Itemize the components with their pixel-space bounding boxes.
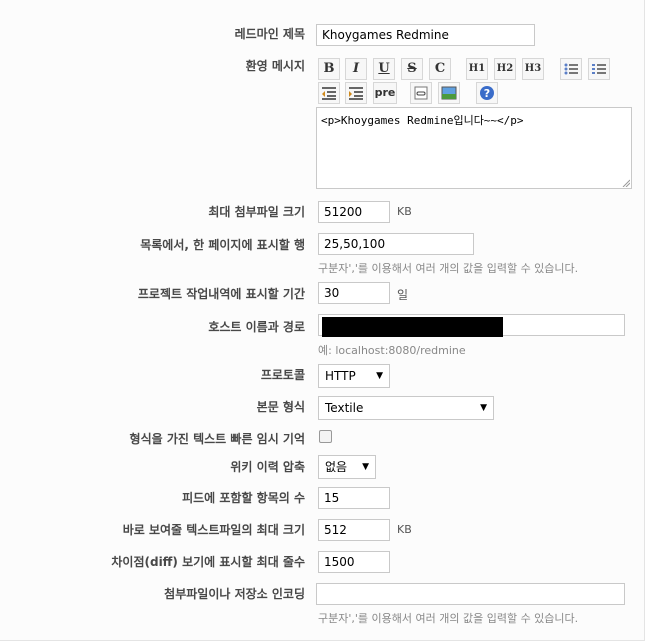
- code-button[interactable]: C: [429, 58, 451, 80]
- wiki-compression-value: 없음: [325, 460, 348, 474]
- repositories-encodings-label: 첨부파일이나 저장소 인코딩: [164, 587, 305, 601]
- chevron-down-icon: ▼: [376, 371, 383, 381]
- bold-button[interactable]: B: [318, 58, 340, 80]
- protocol-select[interactable]: HTTP ▼: [318, 364, 390, 388]
- settings-panel: 레드마인 제목 Khoygames Redmine 환영 메시지 B I U S…: [0, 0, 645, 641]
- chevron-down-icon: ▼: [362, 462, 369, 472]
- unordered-list-button[interactable]: [560, 58, 582, 80]
- resize-handle-icon[interactable]: [622, 179, 630, 187]
- host-name-label: 호스트 이름과 경로: [208, 320, 305, 334]
- activity-days-input[interactable]: 30: [318, 282, 390, 304]
- redacted-host-value: [322, 317, 503, 337]
- repositories-encodings-input[interactable]: [316, 583, 625, 605]
- protocol-label: 프로토콜: [260, 368, 305, 382]
- file-max-size-input[interactable]: 512: [318, 519, 390, 541]
- feeds-limit-label: 피드에 포함할 항목의 수: [182, 491, 305, 505]
- chevron-down-icon: ▼: [480, 403, 487, 413]
- wiki-compression-label: 위키 이력 압축: [230, 460, 305, 474]
- link-button[interactable]: [410, 82, 432, 104]
- svg-text:?: ?: [484, 87, 490, 100]
- preformatted-button[interactable]: pre: [373, 82, 397, 104]
- feeds-limit-input[interactable]: 15: [318, 487, 390, 509]
- attachment-max-size-unit: KB: [397, 205, 412, 218]
- image-button[interactable]: [438, 82, 460, 104]
- heading2-button[interactable]: H2: [494, 58, 516, 80]
- protocol-value: HTTP: [325, 369, 356, 383]
- app-title-input[interactable]: Khoygames Redmine: [316, 24, 535, 46]
- heading3-button[interactable]: H3: [522, 58, 544, 80]
- per-page-options-hint: 구분자','를 이용해서 여러 개의 값을 입력할 수 있습니다.: [318, 262, 579, 275]
- ordered-list-icon: [592, 64, 606, 74]
- file-max-size-unit: KB: [397, 523, 412, 536]
- underline-button[interactable]: U: [373, 58, 395, 80]
- text-formatting-value: Textile: [325, 401, 364, 415]
- help-button[interactable]: ?: [476, 82, 498, 104]
- indent-button[interactable]: [345, 82, 367, 104]
- activity-days-label: 프로젝트 작업내역에 표시할 기간: [137, 287, 305, 301]
- diff-max-lines-input[interactable]: 1500: [318, 551, 390, 573]
- image-icon: [441, 86, 457, 100]
- link-icon: [414, 86, 428, 100]
- attachment-max-size-label: 최대 첨부파일 크기: [208, 205, 305, 219]
- cache-formatted-text-label: 형식을 가진 텍스트 빠른 임시 기억: [129, 432, 305, 446]
- strikethrough-button[interactable]: S: [401, 58, 423, 80]
- outdent-icon: [322, 87, 336, 100]
- app-title-label: 레드마인 제목: [234, 27, 305, 41]
- text-formatting-label: 본문 형식: [256, 400, 305, 414]
- indent-icon: [349, 87, 363, 100]
- host-name-hint: 예: localhost:8080/redmine: [318, 344, 466, 357]
- unordered-list-icon: [564, 63, 578, 75]
- help-icon: ?: [480, 86, 494, 100]
- wiki-compression-select[interactable]: 없음 ▼: [318, 455, 376, 479]
- welcome-text-label: 환영 메시지: [245, 59, 305, 73]
- welcome-text-textarea[interactable]: <p>Khoygames Redmine입니다~~</p>: [316, 107, 632, 189]
- activity-days-unit: 일: [397, 288, 409, 302]
- welcome-text-value: <p>Khoygames Redmine입니다~~</p>: [321, 114, 524, 127]
- file-max-size-label: 바로 보여줄 텍스트파일의 최대 크기: [122, 523, 305, 537]
- italic-button[interactable]: I: [345, 58, 367, 80]
- per-page-options-input[interactable]: 25,50,100: [318, 233, 474, 255]
- ordered-list-button[interactable]: [588, 58, 610, 80]
- text-formatting-select[interactable]: Textile ▼: [318, 396, 494, 420]
- diff-max-lines-label: 차이점(diff) 보기에 표시할 최대 줄수: [111, 555, 305, 569]
- cache-formatted-text-checkbox[interactable]: [319, 430, 332, 443]
- heading1-button[interactable]: H1: [466, 58, 488, 80]
- attachment-max-size-input[interactable]: 51200: [318, 201, 390, 223]
- per-page-options-label: 목록에서, 한 페이지에 표시할 행: [140, 238, 305, 252]
- repositories-encodings-hint: 구분자','를 이용해서 여러 개의 값을 입력할 수 있습니다.: [318, 612, 579, 625]
- outdent-button[interactable]: [318, 82, 340, 104]
